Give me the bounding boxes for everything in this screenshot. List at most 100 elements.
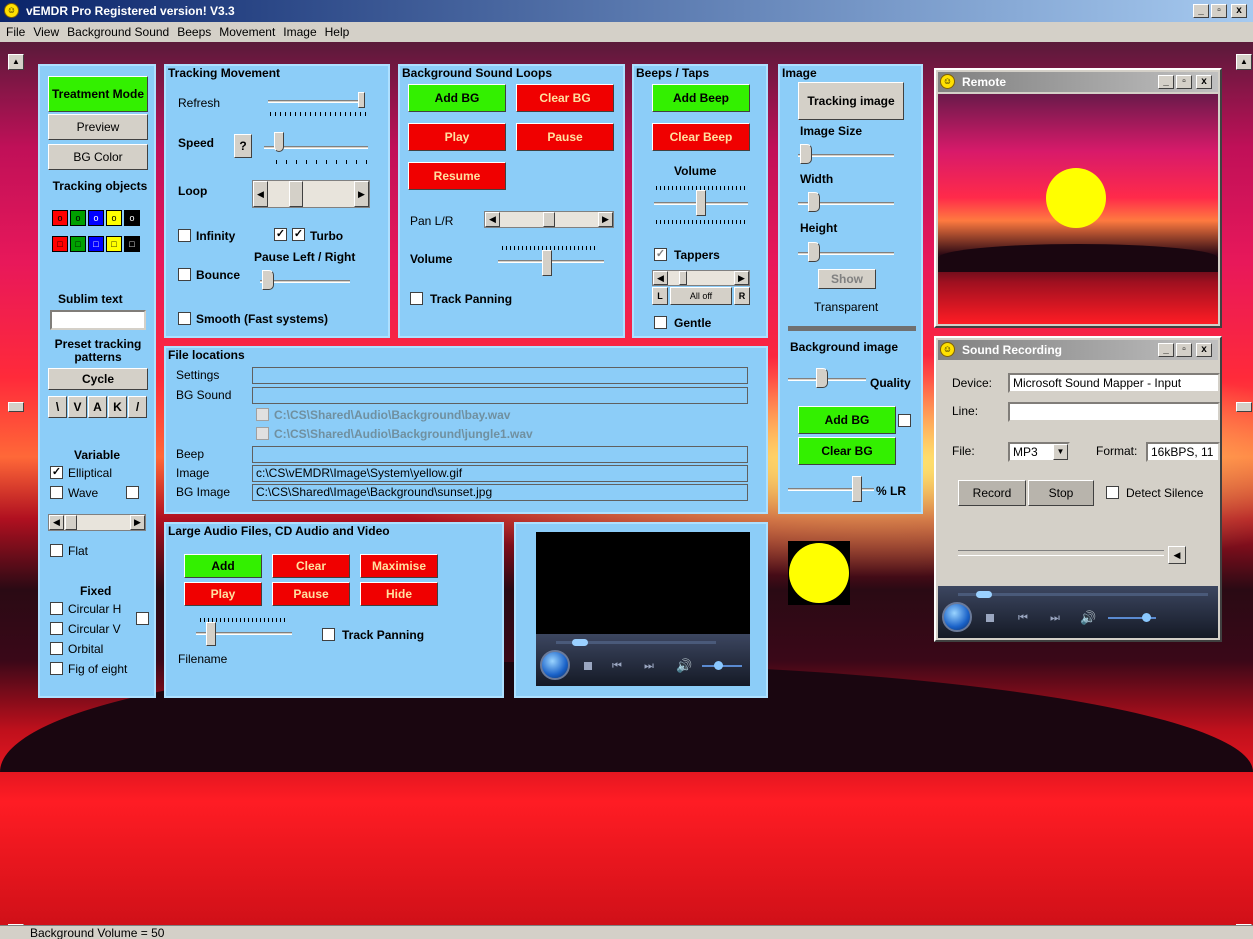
object-yellow-square[interactable]: □ [106, 236, 122, 252]
refresh-slider[interactable] [358, 92, 365, 108]
beep-path-field[interactable] [252, 446, 748, 463]
mp-volume-thumb[interactable] [714, 661, 723, 670]
detect-silence-checkbox[interactable] [1106, 486, 1119, 499]
large-track-panning-checkbox[interactable] [322, 628, 335, 641]
pause-slider[interactable] [262, 270, 274, 290]
bg-color-button[interactable]: BG Color [48, 144, 148, 170]
image-size-slider[interactable] [800, 144, 812, 164]
restore-button[interactable]: ▫ [1211, 4, 1227, 18]
variable-scrollbar[interactable]: ◀ ▶ [48, 514, 146, 531]
quality-slider[interactable] [816, 368, 828, 388]
bg-image-checkbox[interactable] [898, 414, 911, 427]
recording-next-icon[interactable]: ⏭ [1050, 612, 1060, 625]
menu-movement[interactable]: Movement [219, 25, 275, 39]
height-slider[interactable] [808, 242, 820, 262]
loop-left-icon[interactable]: ◀ [253, 181, 268, 207]
large-pause-button[interactable]: Pause [272, 582, 350, 606]
recording-volume-thumb[interactable] [1142, 613, 1151, 622]
resume-bg-button[interactable]: Resume [408, 162, 506, 190]
seek-thumb[interactable] [572, 639, 588, 646]
object-green-circle[interactable]: o [70, 210, 86, 226]
recording-previous-icon[interactable]: ⏮ [1018, 612, 1028, 625]
recording-play-icon[interactable] [942, 602, 972, 632]
bg-track-panning-checkbox[interactable] [410, 292, 423, 305]
menu-image[interactable]: Image [283, 25, 316, 39]
dropdown-arrow-icon[interactable]: ▼ [1053, 444, 1068, 460]
beep-volume-slider[interactable] [696, 190, 706, 216]
object-red-square[interactable]: □ [52, 236, 68, 252]
volume-icon[interactable]: 🔊 [676, 658, 692, 674]
scroll-left-icon[interactable]: ◀ [49, 515, 64, 530]
file-type-select[interactable]: MP3 ▼ [1008, 442, 1070, 462]
remote-maximize-button[interactable]: ▫ [1176, 75, 1192, 89]
pan-right-icon[interactable]: ▶ [598, 212, 613, 227]
menu-view[interactable]: View [33, 25, 59, 39]
pattern-v-button[interactable]: V [68, 396, 87, 418]
object-black-circle[interactable]: o [124, 210, 140, 226]
clear-bg-sound-button[interactable]: Clear BG [516, 84, 614, 112]
menu-beeps[interactable]: Beeps [177, 25, 211, 39]
loop-thumb[interactable] [289, 181, 303, 207]
tappers-checkbox[interactable]: ✓ [654, 248, 667, 261]
next-icon[interactable]: ⏭ [644, 660, 654, 673]
cycle-button[interactable]: Cycle [48, 368, 148, 390]
add-beep-button[interactable]: Add Beep [652, 84, 750, 112]
line-field[interactable] [1008, 402, 1220, 422]
recording-scroll-left-icon[interactable]: ◀ [1168, 546, 1186, 564]
preview-button[interactable]: Preview [48, 114, 148, 140]
turbo-checkbox-1[interactable]: ✓ [274, 228, 287, 241]
object-black-square[interactable]: □ [124, 236, 140, 252]
tracking-image-button[interactable]: Tracking image [798, 82, 904, 120]
treatment-mode-button[interactable]: Treatment Mode [48, 76, 148, 112]
smooth-checkbox[interactable] [178, 312, 191, 325]
width-slider[interactable] [808, 192, 820, 212]
recording-stop-icon[interactable] [986, 614, 994, 622]
clear-beep-button[interactable]: Clear Beep [652, 123, 750, 151]
speed-help-button[interactable]: ? [234, 134, 252, 158]
pattern-a-button[interactable]: A [88, 396, 107, 418]
large-play-button[interactable]: Play [184, 582, 262, 606]
stop-button[interactable]: Stop [1028, 480, 1094, 506]
menu-background-sound[interactable]: Background Sound [67, 25, 169, 39]
bg-volume-slider[interactable] [542, 250, 552, 276]
large-volume-slider[interactable] [206, 622, 216, 646]
remote-minimize-button[interactable]: _ [1158, 75, 1174, 89]
recording-seek-thumb[interactable] [976, 591, 992, 598]
bg-file2-checkbox[interactable] [256, 427, 269, 440]
add-bg-image-button[interactable]: Add BG [798, 406, 896, 434]
wave-checkbox[interactable] [50, 486, 63, 499]
tappers-right-icon[interactable]: ▶ [734, 271, 749, 285]
remote-close-button[interactable]: x [1196, 75, 1212, 89]
stop-icon[interactable] [584, 662, 592, 670]
pattern-k-button[interactable]: K [108, 396, 127, 418]
tapper-right-button[interactable]: R [734, 287, 750, 305]
device-field[interactable]: Microsoft Sound Mapper - Input [1008, 373, 1220, 393]
large-clear-button[interactable]: Clear [272, 554, 350, 578]
scroll-thumb[interactable] [65, 515, 77, 530]
tapper-left-button[interactable]: L [652, 287, 668, 305]
pan-left-icon[interactable]: ◀ [485, 212, 500, 227]
pattern-diag-left-button[interactable]: \ [48, 396, 67, 418]
recording-maximize-button[interactable]: ▫ [1176, 343, 1192, 357]
menu-file[interactable]: File [6, 25, 25, 39]
fixed-extra-checkbox[interactable] [136, 612, 149, 625]
clear-bg-image-button[interactable]: Clear BG [798, 437, 896, 465]
pan-scrollbar[interactable]: ◀ ▶ [484, 211, 614, 228]
orbital-checkbox[interactable] [50, 642, 63, 655]
object-green-square[interactable]: □ [70, 236, 86, 252]
minimize-button[interactable]: _ [1193, 4, 1209, 18]
object-yellow-circle[interactable]: o [106, 210, 122, 226]
bounce-checkbox[interactable] [178, 268, 191, 281]
previous-icon[interactable]: ⏮ [612, 660, 622, 673]
format-field[interactable]: 16kBPS, 11 [1146, 442, 1220, 462]
gentle-checkbox[interactable] [654, 316, 667, 329]
maximise-button[interactable]: Maximise [360, 554, 438, 578]
object-blue-square[interactable]: □ [88, 236, 104, 252]
recording-seek-bar[interactable] [958, 593, 1208, 596]
loop-scrollbar[interactable]: ◀ ▶ [252, 180, 370, 208]
circular-v-checkbox[interactable] [50, 622, 63, 635]
bg-sound-path-field[interactable] [252, 387, 748, 404]
scroll-right-icon[interactable]: ▶ [130, 515, 145, 530]
play-icon[interactable] [540, 650, 570, 680]
sublim-text-input[interactable] [50, 310, 146, 330]
